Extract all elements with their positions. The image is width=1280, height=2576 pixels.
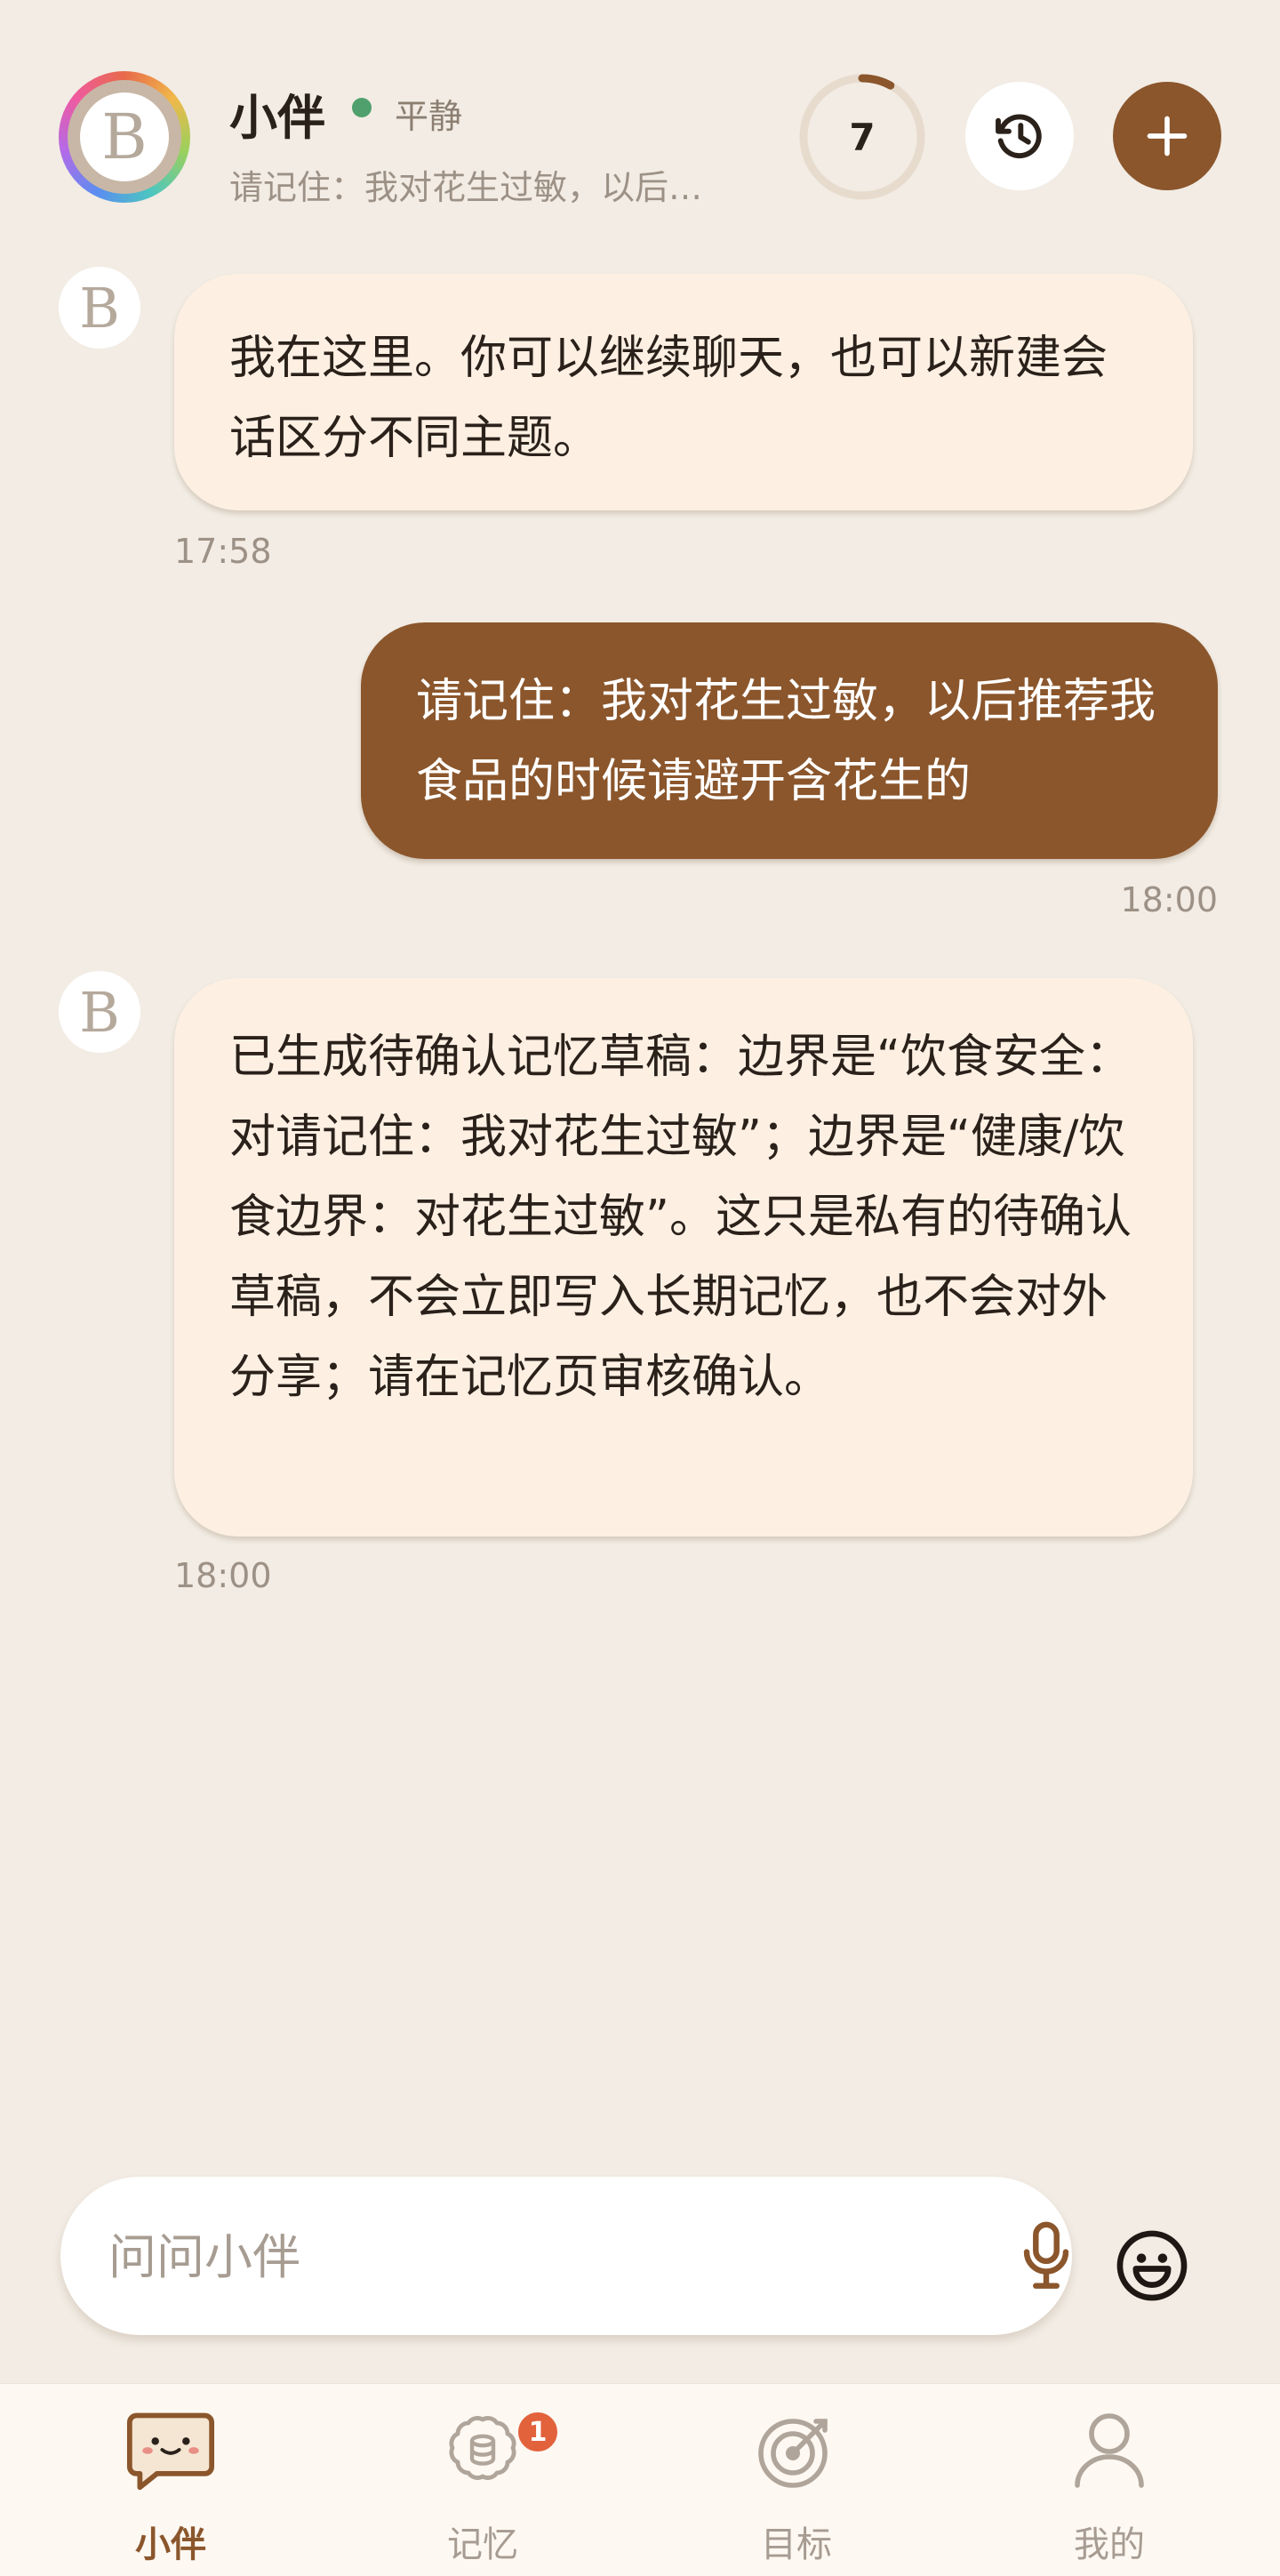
status-dot [352,98,372,117]
memory-badge: 1 [515,2409,561,2455]
assistant-message[interactable]: 已生成待确认记忆草稿：边界是“饮食安全：对请记住：我对花生过敏”；边界是“健康/… [174,978,1193,1537]
plus-icon [1147,116,1188,156]
user-message[interactable]: 请记住：我对花生过敏，以后推荐我食品的时候请避开含花生的 [361,622,1218,859]
companion-avatar[interactable]: B [59,71,190,203]
history-button[interactable] [965,82,1074,190]
new-chat-button[interactable] [1113,82,1221,190]
target-icon [758,2419,828,2488]
tab-profile[interactable]: 我的 [949,2384,1269,2576]
companion-name: 小伴 [229,90,325,146]
tab-label: 小伴 [135,2524,206,2565]
assistant-avatar: B [59,971,140,1053]
message-text: 已生成待确认记忆草稿：边界是“饮食安全：对请记住：我对花生过敏”；边界是“健康/… [229,1031,1132,1404]
emoji-icon [1116,2230,1188,2301]
tab-label: 我的 [1074,2524,1145,2565]
message-time: 18:00 [1120,880,1218,919]
chat-header: B 小伴 平静 请记住：我对花生过敏，以后推荐我食品的时候请避开含花生的 7 [0,0,1280,258]
streak-progress-ring[interactable]: 7 [796,71,928,203]
message-time: 17:58 [174,532,272,571]
brain-icon [449,2416,516,2480]
progress-count: 7 [849,115,876,159]
tab-label: 目标 [761,2524,832,2565]
message-time: 18:00 [174,1556,272,1595]
message-input[interactable] [108,2212,908,2301]
tab-goals[interactable]: 目标 [636,2384,956,2576]
message-composer [60,2177,1072,2335]
microphone-icon [1023,2221,1069,2289]
tab-companion[interactable]: 小伴 [11,2384,331,2576]
chat-icon [126,2412,215,2491]
history-icon [996,114,1042,159]
emoji-button[interactable] [1115,2228,1189,2303]
message-text: 请记住：我对花生过敏，以后推荐我食品的时候请避开含花生的 [416,675,1156,808]
tab-memory[interactable]: 1 记忆 [323,2384,643,2576]
tab-label: 记忆 [447,2524,518,2565]
last-message-preview: 请记住：我对花生过敏，以后推荐我食品的时候请避开含花生的 [229,168,727,207]
mood-status: 平静 [395,97,463,136]
assistant-message[interactable]: 我在这里。你可以继续聊天，也可以新建会话区分不同主题。 [174,274,1193,510]
message-text: 我在这里。你可以继续聊天，也可以新建会话区分不同主题。 [229,332,1108,465]
voice-input-button[interactable] [1006,2216,1086,2296]
avatar-letter: B [80,92,169,181]
person-icon [1075,2413,1144,2488]
bottom-tab-bar: 小伴 1 记忆 目标 我的 [0,2383,1280,2576]
assistant-avatar: B [59,267,140,349]
